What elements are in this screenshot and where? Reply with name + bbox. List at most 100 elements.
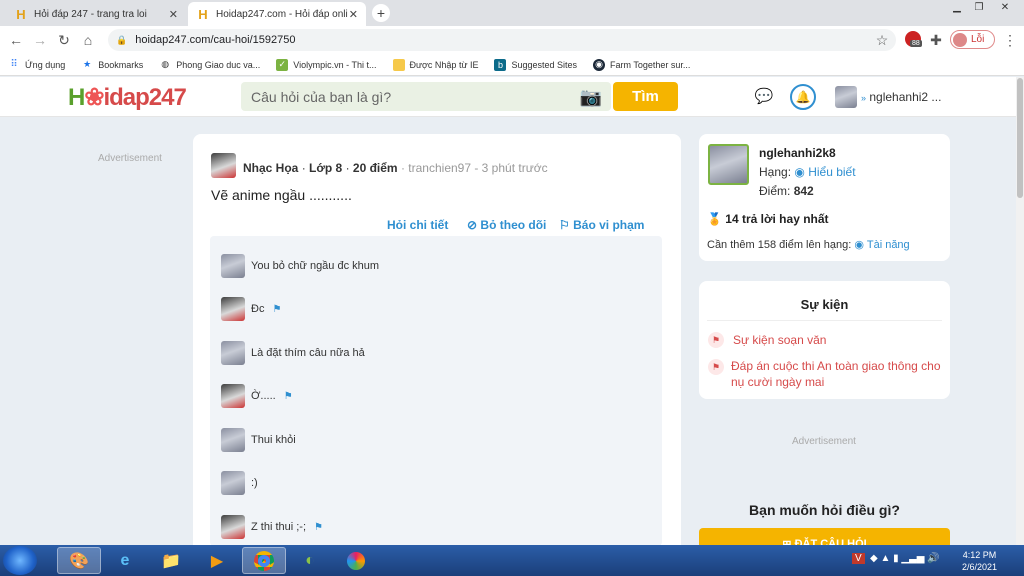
forward-icon[interactable]: → [30, 30, 50, 50]
taskbar-app-green[interactable]: ◐ [288, 547, 332, 574]
bookmarks-bar: ⠿ Ứng dụng ★ Bookmarks ◍ Phong Giao duc va.… [0, 54, 1024, 76]
comment-item: Là đặt thím câu nữa hả [221, 341, 365, 365]
new-tab-button[interactable]: + [372, 4, 390, 22]
profile-points: Điểm: 842 [759, 184, 814, 198]
search-button[interactable]: Tìm [613, 82, 678, 111]
reload-icon[interactable]: ↻ [54, 30, 74, 50]
bookmark-apps[interactable]: ⠿ Ứng dụng [8, 59, 65, 71]
folder-icon: 📁 [161, 552, 181, 570]
ask-detail-link[interactable]: Hỏi chi tiết [387, 218, 448, 232]
bookmark-label: Ứng dụng [25, 59, 66, 70]
start-button[interactable] [3, 546, 37, 575]
unfollow-label: Bỏ theo dõi [480, 218, 547, 232]
bookmark-ie-folder[interactable]: Được Nhập từ IE [392, 58, 478, 71]
close-window-button[interactable]: ✕ [990, 0, 1020, 14]
bookmark-bookmarks[interactable]: ★ Bookmarks [81, 59, 143, 71]
comment-item: Đc ⚑ [221, 297, 281, 321]
next-rank-text: Cần thêm 158 điểm lên hạng: [707, 239, 852, 251]
tab-hoidap-tra-loi[interactable]: H Hỏi đáp 247 - trang tra loi ✕ [6, 2, 186, 26]
bookmark-label: Phong Giao duc va... [176, 59, 261, 70]
tab-label: Hoidap247.com - Hỏi đáp online [216, 8, 348, 20]
event-link[interactable]: Sự kiện soạn văn [733, 332, 826, 348]
report-flag-icon[interactable]: ⚑ [284, 391, 293, 402]
taskbar-clock[interactable]: 4:12 PM 2/6/2021 [962, 549, 997, 573]
rank-label: Hạng: [759, 165, 792, 179]
best-answers: 🏅 14 trả lời hay nhất [707, 212, 829, 226]
violympic-icon: ✓ [276, 58, 289, 71]
steam-icon: ◉ [593, 58, 606, 71]
comment-item: Ờ..... ⚑ [221, 384, 293, 408]
hoidap-favicon-icon: H [16, 6, 26, 22]
back-icon[interactable]: ← [6, 30, 26, 50]
home-icon[interactable]: ⌂ [78, 30, 98, 50]
profile-rank: Hạng: ◉ Hiểu biết [759, 165, 856, 179]
taskbar-explorer-app[interactable]: 📁 [149, 547, 193, 574]
commenter-avatar[interactable] [221, 341, 245, 365]
asker-avatar[interactable] [211, 153, 236, 178]
user-menu[interactable]: » nglehanhi2 ... [861, 90, 941, 104]
comment-item: :) [221, 471, 258, 495]
header-avatar[interactable] [835, 86, 857, 108]
question-meta: Nhạc Họa · Lớp 8 · 20 điểm · tranchien97… [243, 161, 548, 175]
taskbar-chrome-app[interactable] [242, 547, 286, 574]
tab-hoidap-online[interactable]: H Hoidap247.com - Hỏi đáp online ✕ [188, 2, 366, 26]
taskbar-paint-app[interactable]: 🎨 [57, 547, 101, 574]
bookmark-farm-together[interactable]: ◉ Farm Together sur... [593, 58, 690, 71]
restore-button[interactable]: ❐ [968, 0, 990, 14]
report-flag-icon[interactable]: ⚑ [314, 522, 323, 533]
minimize-button[interactable]: ▁ [946, 0, 968, 14]
address-bar[interactable]: 🔒 hoidap247.com/cau-hoi/1592750 [108, 29, 896, 51]
comment-item: You bỏ chữ ngầu đc khum [221, 254, 379, 278]
bookmark-star-icon[interactable]: ☆ [872, 30, 892, 50]
bell-icon[interactable]: 🔔 [790, 84, 816, 110]
chat-icon[interactable]: 💬 [752, 84, 776, 108]
chevron-down-icon: » [861, 93, 867, 103]
profile-name[interactable]: nglehanhi2k8 [759, 146, 836, 160]
username: nglehanhi2 ... [869, 90, 942, 104]
site-logo[interactable]: H❀idap247 [68, 83, 187, 112]
close-tab-icon[interactable]: ✕ [349, 8, 358, 21]
comment-item: Thui khỏi [221, 428, 296, 452]
divider [707, 320, 942, 321]
report-link[interactable]: ⚐ Báo vi phạm [559, 218, 644, 232]
comment-text: Ờ..... [251, 390, 276, 402]
search-input[interactable]: Câu hỏi của bạn là gì? [241, 82, 611, 111]
event-flag-icon: ⚑ [708, 332, 724, 348]
profile-error-button[interactable]: Lỗi [950, 30, 995, 49]
bookmark-violympic[interactable]: ✓ Violympic.vn - Thi t... [276, 58, 377, 71]
taskbar-app-colorful[interactable] [334, 547, 378, 574]
profile-avatar[interactable] [708, 144, 749, 185]
taskbar-media-app[interactable]: ▶ [195, 547, 239, 574]
extensions-puzzle-icon[interactable]: ✚ [926, 30, 946, 50]
close-tab-icon[interactable]: ✕ [169, 8, 178, 21]
comment-text: Đc [251, 303, 265, 315]
tray-v-icon[interactable]: V [852, 553, 865, 564]
commenter-avatar[interactable] [221, 384, 245, 408]
scrollbar-thumb[interactable] [1017, 78, 1023, 198]
taskbar-ie-app[interactable]: e [103, 547, 147, 574]
commenter-avatar[interactable] [221, 471, 245, 495]
commenter-avatar[interactable] [221, 428, 245, 452]
commenter-avatar[interactable] [221, 515, 245, 539]
search-placeholder: Câu hỏi của bạn là gì? [251, 88, 392, 105]
tray-icons[interactable]: ◆ ▲ ▮ ▁▃▅ 🔊 [870, 553, 940, 564]
report-label: Báo vi phạm [573, 218, 645, 232]
menu-kebab-icon[interactable]: ⋮ [1000, 30, 1020, 50]
lock-icon: 🔒 [116, 34, 128, 45]
unfollow-link[interactable]: ⊘ Bỏ theo dõi [467, 218, 546, 232]
next-rank-value: Tài năng [866, 239, 910, 251]
event-link[interactable]: Đáp án cuộc thi An toàn giao thông cho n… [731, 358, 941, 390]
commenter-avatar[interactable] [221, 297, 245, 321]
tab-label: Hỏi đáp 247 - trang tra loi [34, 8, 147, 20]
commenter-avatar[interactable] [221, 254, 245, 278]
rank-value: Hiểu biết [808, 165, 856, 179]
bookmark-phong-giao-duc[interactable]: ◍ Phong Giao duc va... [159, 59, 260, 71]
events-title: Sự kiện [800, 297, 849, 312]
bookmark-suggested[interactable]: b Suggested Sites [494, 58, 577, 71]
report-flag-icon[interactable]: ⚑ [272, 304, 281, 315]
advertisement-label: Advertisement [98, 153, 162, 164]
camera-icon[interactable]: 📷 [578, 86, 604, 108]
comment-text: You bỏ chữ ngầu đc khum [251, 260, 380, 272]
paint-icon: 🎨 [69, 552, 89, 570]
asker-name[interactable]: Nhạc Họa [243, 161, 298, 175]
